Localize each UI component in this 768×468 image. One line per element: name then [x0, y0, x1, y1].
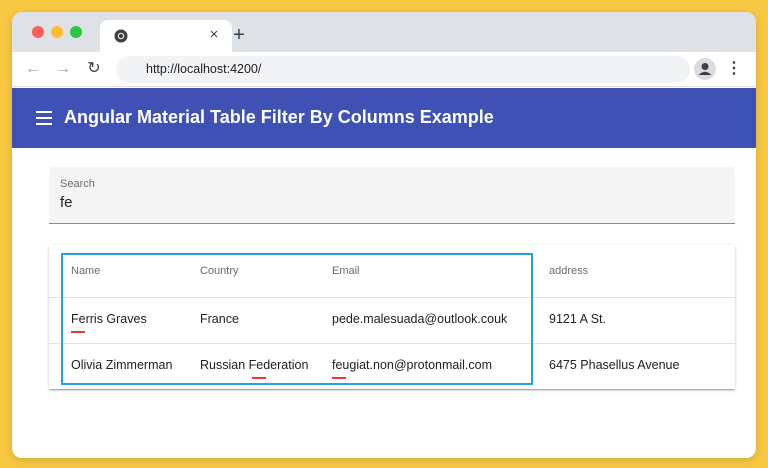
tab-strip: × + — [12, 12, 756, 52]
back-arrow-icon[interactable]: ← — [22, 58, 44, 80]
column-header-name[interactable]: Name — [71, 265, 100, 277]
maximize-window-button[interactable] — [70, 26, 82, 38]
reload-icon[interactable]: ↻ — [83, 58, 105, 80]
match-underline — [71, 331, 85, 333]
profile-icon[interactable] — [694, 58, 716, 80]
cell-address: 6475 Phasellus Avenue — [549, 358, 680, 372]
minimize-window-button[interactable] — [51, 26, 63, 38]
chrome-icon — [114, 29, 128, 43]
new-tab-button[interactable]: + — [228, 24, 250, 46]
tab-close-button[interactable]: × — [204, 25, 224, 45]
app-toolbar: Angular Material Table Filter By Columns… — [12, 88, 756, 148]
cell-email: feugiat.non@protonmail.com — [332, 358, 492, 372]
cell-name: Olivia Zimmerman — [71, 358, 173, 372]
close-window-button[interactable] — [32, 26, 44, 38]
table-row[interactable]: Ferris Graves France pede.malesuada@outl… — [49, 298, 735, 344]
forward-arrow-icon[interactable]: → — [52, 58, 74, 80]
browser-toolbar: ← → ↻ http://localhost:4200/ ☆ ⋮ — [12, 52, 756, 87]
page-title: Angular Material Table Filter By Columns… — [64, 107, 494, 127]
cell-country: France — [200, 312, 239, 326]
cell-country: Russian Federation — [200, 358, 309, 372]
browser-window: × + ← → ↻ http://localhost:4200/ ☆ ⋮ Ang… — [12, 12, 756, 458]
hamburger-menu-icon[interactable] — [36, 111, 52, 125]
cell-name: Ferris Graves — [71, 312, 147, 326]
address-bar[interactable]: http://localhost:4200/ ☆ — [116, 56, 690, 83]
search-value[interactable]: fe — [60, 194, 73, 211]
column-header-address[interactable]: address — [549, 265, 588, 277]
match-underline — [332, 377, 346, 379]
search-input[interactable]: Search fe — [49, 167, 735, 224]
browser-tab[interactable]: × — [100, 20, 232, 52]
search-label: Search — [60, 178, 95, 190]
column-header-country[interactable]: Country — [200, 265, 239, 277]
table-row[interactable]: Olivia Zimmerman Russian Federation feug… — [49, 344, 735, 389]
url-text: http://localhost:4200/ — [146, 62, 262, 76]
data-table: Name Country Email address Ferris Graves… — [49, 245, 735, 389]
column-header-email[interactable]: Email — [332, 265, 360, 277]
table-header-row: Name Country Email address — [49, 245, 735, 298]
cell-address: 9121 A St. — [549, 312, 606, 326]
kebab-menu-icon[interactable]: ⋮ — [726, 59, 742, 79]
match-underline — [252, 377, 266, 379]
cell-email: pede.malesuada@outlook.couk — [332, 312, 508, 326]
person-icon — [698, 63, 712, 75]
